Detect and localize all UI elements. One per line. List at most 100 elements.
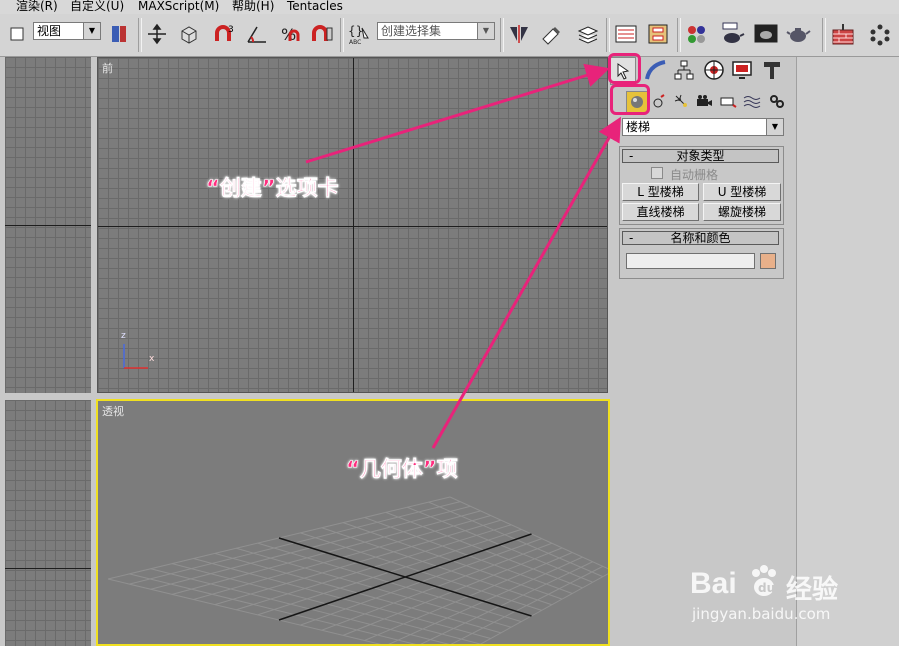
category-helpers[interactable] <box>718 91 738 111</box>
hierarchy-icon <box>674 60 694 80</box>
menu-customize[interactable]: 自定义(U) <box>70 0 124 13</box>
watermark-url: jingyan.baidu.com <box>692 605 831 623</box>
tab-hierarchy[interactable] <box>672 57 696 83</box>
move-button[interactable] <box>144 20 170 48</box>
category-select-value: 楼梯 <box>626 120 651 134</box>
edit-named-sets-button[interactable]: {} ABC <box>346 20 372 48</box>
render-setup-button[interactable] <box>720 20 746 48</box>
layers-button[interactable] <box>575 20 601 48</box>
category-select[interactable]: 楼梯 ▼ <box>622 118 784 136</box>
menu-render[interactable]: 渲染(R) <box>16 0 58 13</box>
snap-3d-button[interactable]: 3 <box>212 20 238 48</box>
angle-snap-button[interactable] <box>244 20 270 48</box>
snap-magnet-icon: 3 <box>215 25 234 41</box>
cube-icon <box>181 26 197 44</box>
menu-tentacles[interactable]: Tentacles <box>287 0 343 13</box>
rollout-object-type-title: 对象类型 <box>676 149 725 163</box>
svg-text:du: du <box>758 581 775 595</box>
viewport-config-button[interactable] <box>106 20 132 48</box>
tab-motion[interactable] <box>702 57 726 83</box>
toolbar-separator <box>340 18 344 52</box>
menu-maxscript[interactable]: MAXScript(M) <box>138 0 219 13</box>
collapse-icon: - <box>629 149 634 163</box>
camera-icon <box>697 95 712 106</box>
autogrid-checkbox[interactable] <box>651 167 663 179</box>
highlight-geometry <box>610 84 650 115</box>
render-frame-button[interactable] <box>753 20 779 48</box>
viewport-front[interactable]: 前 z x <box>97 57 608 393</box>
selection-set-placeholder: 创建选择集 <box>381 24 442 38</box>
u-type-stair-button[interactable]: U 型楼梯 <box>703 183 781 201</box>
object-name-input[interactable] <box>626 253 755 269</box>
particle-tool-button[interactable] <box>867 20 893 48</box>
command-panel: 楼梯 ▼ - 对象类型 自动栅格 L 型楼梯 U 型楼梯 直线楼梯 螺旋楼梯 -… <box>610 57 796 646</box>
main-toolbar: 视图 ▼ 3 % {} ABC 创建选择集 ▼ <box>0 14 899 57</box>
spinner-snap-icon <box>312 25 333 41</box>
quick-render-button[interactable] <box>786 20 812 48</box>
helpers-icon <box>720 97 737 108</box>
motion-wheel-icon <box>704 60 724 80</box>
brick-wall-icon <box>832 24 854 45</box>
schematic-view-button[interactable] <box>645 20 671 48</box>
layers-icon <box>577 26 599 44</box>
teapot-render-icon <box>722 22 745 43</box>
curve-editor-button[interactable] <box>613 20 639 48</box>
autogrid-label: 自动栅格 <box>670 168 719 182</box>
grid-line <box>479 573 608 644</box>
material-spheres-icon <box>688 26 705 43</box>
tab-utilities[interactable] <box>760 57 784 83</box>
category-lights[interactable] <box>671 91 691 111</box>
brick-tool-button[interactable] <box>830 20 856 48</box>
viewport-select[interactable]: 视图 ▼ <box>33 22 101 40</box>
category-cameras[interactable] <box>694 91 714 111</box>
percent-snap-icon: % <box>281 25 300 44</box>
menu-bar: 渲染(R) 自定义(U) MAXScript(M) 帮助(H) Tentacle… <box>0 0 899 15</box>
toolbar-separator <box>822 18 826 52</box>
category-spacewarps[interactable] <box>742 91 762 111</box>
straight-stair-button[interactable]: 直线楼梯 <box>622 203 699 221</box>
toolbar-separator <box>138 18 142 52</box>
viewport-front-label[interactable]: 前 <box>102 60 113 76</box>
spiral-stair-button[interactable]: 螺旋楼梯 <box>703 203 781 221</box>
angle-snap-icon <box>247 26 266 43</box>
align-button[interactable] <box>538 20 564 48</box>
l-type-stair-button[interactable]: L 型楼梯 <box>622 183 699 201</box>
menu-help[interactable]: 帮助(H) <box>232 0 274 13</box>
hammer-icon <box>764 62 780 79</box>
tab-display[interactable] <box>730 57 754 83</box>
selection-set-select[interactable]: 创建选择集 ▼ <box>377 22 495 40</box>
dots-cluster-icon <box>870 24 890 46</box>
viewport-perspective[interactable]: 透视 <box>96 399 610 646</box>
shapes-icon <box>653 94 665 108</box>
svg-text:3: 3 <box>228 25 234 35</box>
move-icon <box>148 23 166 45</box>
spacewarp-waves-icon <box>743 96 761 108</box>
curve-editor-icon <box>615 25 637 43</box>
viewport-top-left[interactable] <box>5 57 91 393</box>
chevron-down-icon: ▼ <box>477 23 494 39</box>
highlight-create-tab <box>608 53 641 84</box>
rollout-name-color-header[interactable]: - 名称和颜色 <box>622 231 779 245</box>
category-systems[interactable] <box>767 91 787 111</box>
mirror-button[interactable] <box>506 20 532 48</box>
material-editor-button[interactable] <box>684 20 710 48</box>
annotation-create-tab: “创建”选项卡 <box>206 176 339 201</box>
category-shapes[interactable] <box>649 91 669 111</box>
named-selection-icon: {}ABC <box>348 24 369 46</box>
viewport-bottom-left[interactable] <box>5 400 91 646</box>
modify-bend-icon <box>645 60 666 80</box>
grid-axis-horizontal <box>5 568 91 569</box>
rollout-object-type-header[interactable]: - 对象类型 <box>622 149 779 163</box>
perspective-grid <box>107 496 608 644</box>
panel-right-area <box>796 57 899 646</box>
spinner-snap-button[interactable] <box>309 20 335 48</box>
grid-axis-vertical <box>353 58 354 392</box>
select-region-button[interactable] <box>4 20 30 48</box>
cube-button[interactable] <box>176 20 202 48</box>
percent-snap-button[interactable]: % <box>277 20 303 48</box>
grid-axis-horizontal <box>5 225 91 226</box>
toolbar-separator <box>606 18 610 52</box>
object-color-swatch[interactable] <box>760 253 776 269</box>
tab-modify[interactable] <box>644 57 668 83</box>
mirror-icon <box>510 25 528 43</box>
